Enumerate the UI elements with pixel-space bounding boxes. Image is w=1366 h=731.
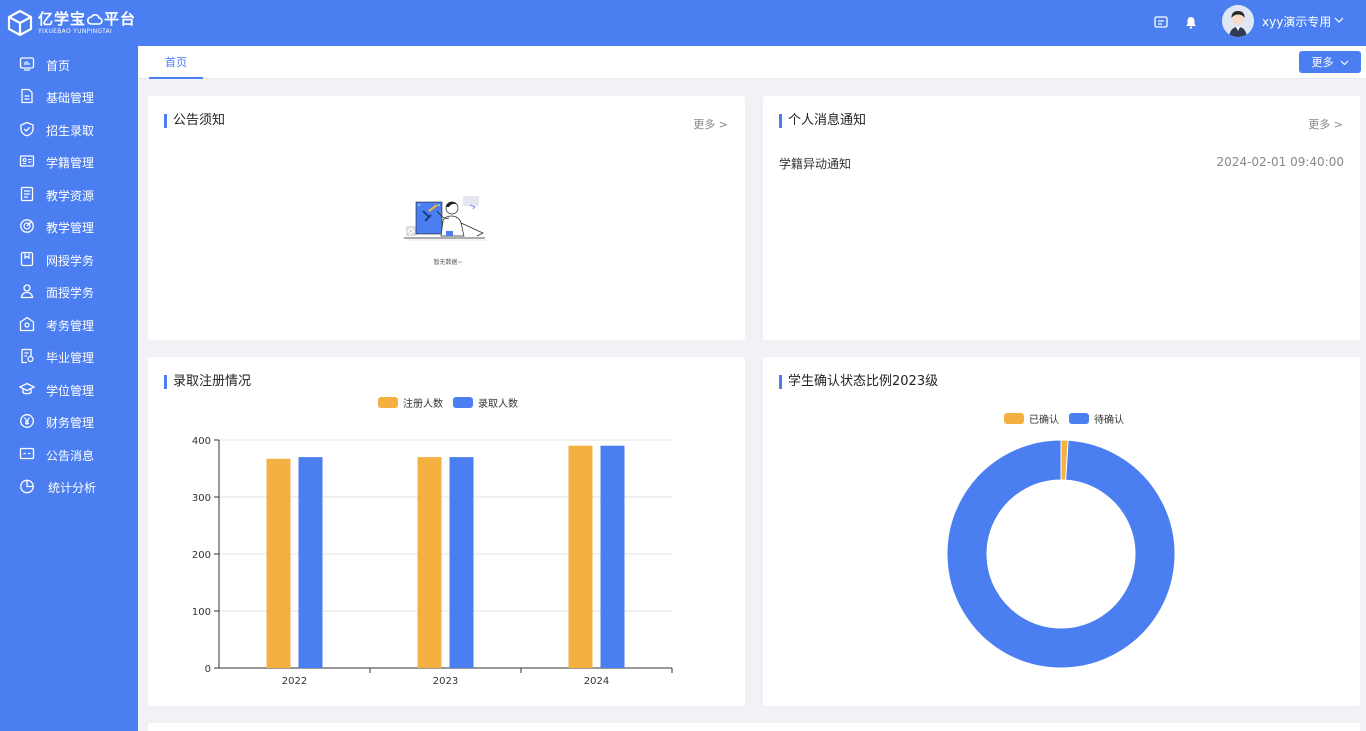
sidebar-item-label: 公告消息 (46, 449, 95, 463)
sidebar-item-label: 首页 (46, 59, 71, 73)
sidebar-item-label: 网授学务 (46, 254, 95, 268)
notice-more-link[interactable]: 更多 > (693, 116, 728, 132)
bar-admitted (298, 457, 323, 668)
bar-chart-legend: 注册人数 录取人数 (378, 395, 518, 410)
screen-icon[interactable] (1153, 14, 1169, 30)
cloud-icon (86, 13, 103, 25)
legend-label: 录取人数 (478, 399, 518, 410)
confirmation-chart-card: 学生确认状态比例2023级 已确认 待确认 (763, 357, 1360, 706)
sidebar-item-label: 学位管理 (46, 384, 95, 398)
shield-check-icon (20, 121, 34, 137)
tab-home[interactable]: 首页 (149, 46, 203, 79)
sidebar-item-label: 教学资源 (46, 189, 95, 203)
bar-registered (417, 457, 442, 668)
logo-cube-icon (7, 9, 33, 37)
sidebar-item-teaching[interactable]: 教学管理 (0, 211, 138, 241)
bell-icon[interactable] (1183, 14, 1199, 30)
y-tick-label: 300 (192, 493, 211, 504)
avatar[interactable] (1222, 5, 1254, 37)
sidebar-item-label: 招生录取 (46, 124, 95, 138)
bar-registered (568, 445, 593, 668)
logo-title: 亿学宝 平台 (38, 9, 137, 28)
yen-icon (20, 414, 34, 428)
sidebar-item-home[interactable]: 首页 (0, 49, 138, 79)
user-icon (20, 284, 34, 299)
sidebar: 首页 基础管理 招生录取 学籍管理 教学资源 教学管理 网授学务 面授学务 考务… (0, 46, 138, 731)
sidebar-item-status[interactable]: 学籍管理 (0, 146, 138, 176)
bar-registered (266, 458, 291, 668)
sidebar-item-enrollment[interactable]: 招生录取 (0, 114, 138, 144)
enrollment-chart-card: 录取注册情况 注册人数 录取人数 0 100 200 300 400 2022 2023 20… (148, 357, 745, 706)
donut-slice-1 (946, 439, 1176, 669)
sidebar-item-basic[interactable]: 基础管理 (0, 81, 138, 111)
y-tick-label: 200 (192, 550, 211, 561)
certificate-icon (21, 348, 34, 364)
enrollment-chart-title: 录取注册情况 (164, 375, 251, 389)
sidebar-item-label: 教学管理 (46, 221, 95, 235)
notice-card-title: 公告须知 (164, 114, 225, 128)
legend-item[interactable]: 录取人数 (453, 395, 518, 410)
pie-chart-icon (20, 479, 34, 494)
sidebar-item-label: 面授学务 (46, 286, 95, 300)
x-tick-label: 2024 (584, 676, 609, 687)
logo-subtitle: YIXUEBAO YUNPINGTAI (38, 27, 113, 35)
document-icon (21, 88, 33, 104)
bottom-card (148, 723, 1360, 731)
dashboard-icon (19, 57, 35, 71)
tab-bar: 首页 更多 (138, 46, 1366, 79)
sidebar-item-statistics[interactable]: 统计分析 (0, 471, 138, 501)
sidebar-item-label: 统计分析 (48, 481, 97, 495)
notice-card: 公告须知 更多 > 暂无数据~ (148, 96, 745, 340)
bookmark-icon (20, 251, 34, 267)
id-card-icon (19, 155, 35, 167)
logo-title-suffix: 平台 (104, 9, 137, 28)
sidebar-item-online[interactable]: 网授学务 (0, 244, 138, 274)
y-tick-label: 100 (192, 607, 211, 618)
sidebar-item-exam[interactable]: 考务管理 (0, 309, 138, 339)
sidebar-item-label: 学籍管理 (46, 156, 95, 170)
sidebar-item-label: 财务管理 (46, 416, 95, 430)
legend-label: 注册人数 (403, 399, 443, 410)
sidebar-item-label: 毕业管理 (46, 351, 95, 365)
chevron-down-icon[interactable] (1334, 14, 1344, 28)
empty-state: 暂无数据~ (403, 191, 493, 271)
file-list-icon (20, 186, 34, 202)
message-item-time: 2024-02-01 09:40:00 (1216, 155, 1344, 169)
bar-admitted (449, 457, 474, 668)
sidebar-item-announcement[interactable]: 公告消息 (0, 439, 138, 469)
sidebar-item-finance[interactable]: 财务管理 (0, 406, 138, 436)
top-header: 亿学宝 平台 YIXUEBAO YUNPINGTAI xyy演示专用 (0, 0, 1366, 46)
sidebar-item-graduation[interactable]: 毕业管理 (0, 341, 138, 371)
message-item-title[interactable]: 学籍异动通知 (779, 155, 851, 172)
x-tick-label: 2022 (282, 676, 307, 687)
message-icon (19, 447, 35, 460)
sidebar-item-label: 考务管理 (46, 319, 95, 333)
target-icon (20, 219, 34, 233)
donut-chart (946, 439, 1176, 669)
logo-title-main: 亿学宝 (38, 9, 87, 28)
sidebar-item-offline[interactable]: 面授学务 (0, 276, 138, 306)
empty-illustration (404, 196, 487, 241)
sidebar-item-label: 基础管理 (46, 91, 95, 105)
y-tick-label: 0 (205, 664, 211, 675)
sidebar-item-degree[interactable]: 学位管理 (0, 374, 138, 404)
message-card: 个人消息通知 更多 > 学籍异动通知 2024-02-01 09:40:00 (763, 96, 1360, 340)
y-tick-label: 400 (192, 436, 211, 447)
x-tick-label: 2023 (433, 676, 458, 687)
legend-swatch-blue (453, 397, 473, 408)
exam-icon (19, 316, 35, 332)
user-name[interactable]: xyy演示专用 (1262, 13, 1331, 30)
legend-swatch-orange (378, 397, 398, 408)
chevron-down-icon (1340, 60, 1348, 65)
message-card-title: 个人消息通知 (779, 114, 866, 128)
message-more-link[interactable]: 更多 > (1308, 116, 1343, 132)
empty-text: 暂无数据~ (433, 259, 463, 266)
logo[interactable]: 亿学宝 平台 YIXUEBAO YUNPINGTAI (6, 6, 136, 40)
more-tabs-label: 更多 (1311, 56, 1334, 69)
graduation-cap-icon (19, 382, 35, 395)
bar-admitted (600, 445, 625, 668)
more-tabs-button[interactable]: 更多 (1299, 51, 1361, 73)
sidebar-item-resources[interactable]: 教学资源 (0, 179, 138, 209)
legend-item[interactable]: 注册人数 (378, 395, 443, 410)
